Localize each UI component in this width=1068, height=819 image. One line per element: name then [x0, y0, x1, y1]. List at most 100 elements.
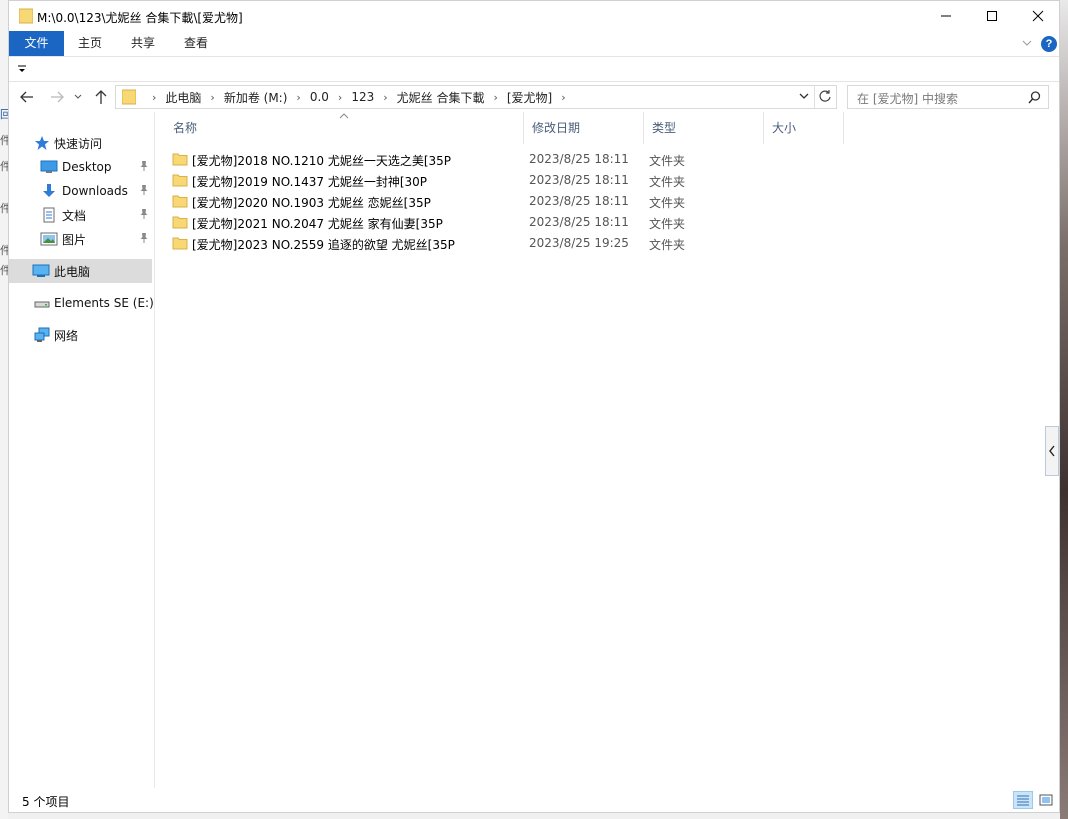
sidebar-item-label: 快速访问 — [54, 136, 103, 151]
quick-access-toolbar — [9, 58, 1059, 82]
sidebar-item-downloads[interactable]: Downloads — [40, 179, 154, 203]
folder-icon — [172, 216, 188, 229]
navigation-pane: 快速访问 Desktop Downloads 文档 图片 此电脑 Element… — [9, 112, 154, 782]
side-panel-toggle[interactable] — [1045, 426, 1059, 476]
file-name: [爱尤物]2018 NO.1210 尤妮丝一天选之美[35P — [192, 154, 452, 168]
folder-icon — [172, 153, 188, 166]
sidebar-item-label: 图片 — [62, 232, 87, 247]
folder-icon — [172, 174, 188, 187]
up-button[interactable] — [91, 87, 111, 107]
breadcrumb-this-pc[interactable]: 此电脑 — [160, 89, 206, 106]
file-name: [爱尤物]2020 NO.1903 尤妮丝 恋妮丝[35P — [192, 196, 431, 210]
address-bar[interactable]: › 此电脑 › 新加卷 (M:) › 0.0 › 123 › 尤妮丝 合集下載 … — [115, 85, 837, 109]
drive-icon — [34, 301, 50, 308]
tab-view[interactable]: 查看 — [173, 31, 219, 56]
arrow-up-icon — [95, 90, 107, 104]
table-row[interactable]: [爱尤物]2018 NO.1210 尤妮丝一天选之美[35P 2023/8/25… — [172, 149, 692, 170]
breadcrumb-folder-0-0[interactable]: 0.0 — [305, 90, 334, 104]
breadcrumb-drive[interactable]: 新加卷 (M:) — [219, 89, 293, 106]
pin-icon[interactable] — [139, 184, 149, 196]
minimize-button[interactable] — [923, 1, 969, 31]
pin-icon[interactable] — [139, 232, 149, 244]
file-name: [爱尤物]2023 NO.2559 追逐的欲望 尤妮丝[35P — [192, 238, 455, 252]
file-type: 文件夹 — [649, 154, 686, 168]
sidebar-item-desktop[interactable]: Desktop — [40, 155, 154, 179]
sidebar-item-network[interactable]: 网络 — [34, 323, 78, 347]
chevron-down-icon — [74, 94, 82, 99]
column-header-size[interactable]: 大小 — [764, 112, 844, 144]
network-icon — [34, 327, 50, 342]
breadcrumb-separator[interactable]: › — [557, 91, 569, 104]
breadcrumb-separator[interactable]: › — [379, 91, 391, 104]
sidebar-item-label: 此电脑 — [54, 264, 91, 279]
search-input[interactable]: 在 [爱尤物] 中搜索 — [857, 90, 958, 107]
pin-icon[interactable] — [139, 208, 149, 220]
folder-icon — [172, 237, 188, 250]
sidebar-item-drive-e[interactable]: Elements SE (E:) — [34, 291, 154, 315]
maximize-icon — [987, 11, 997, 21]
close-button[interactable] — [1015, 1, 1059, 31]
sidebar-item-label: 网络 — [54, 328, 79, 343]
table-row[interactable]: [爱尤物]2023 NO.2559 追逐的欲望 尤妮丝[35P 2023/8/2… — [172, 233, 692, 254]
search-box[interactable]: 在 [爱尤物] 中搜索 — [847, 85, 1049, 109]
sidebar-item-label: Downloads — [62, 184, 128, 198]
help-button[interactable]: ? — [1041, 36, 1057, 52]
sidebar-item-label: 文档 — [62, 208, 87, 223]
sidebar-item-pictures[interactable]: 图片 — [40, 227, 154, 251]
folder-icon — [19, 8, 33, 24]
address-history-button[interactable] — [798, 90, 810, 105]
sidebar-item-quick-access[interactable]: 快速访问 — [34, 131, 102, 155]
window-title: M:\0.0\123\尤妮丝 合集下載\[爱尤物] — [37, 11, 243, 25]
explorer-window: M:\0.0\123\尤妮丝 合集下載\[爱尤物] 文件 主页 共享 查看 ? — [8, 0, 1060, 813]
back-button[interactable] — [17, 87, 37, 107]
arrow-left-icon — [20, 91, 33, 103]
tab-file[interactable]: 文件 — [9, 31, 64, 56]
breadcrumb-separator[interactable]: › — [206, 91, 218, 104]
column-header-name[interactable]: 名称 — [165, 112, 524, 144]
details-view-button[interactable] — [1013, 791, 1033, 809]
title-bar[interactable]: M:\0.0\123\尤妮丝 合集下載\[爱尤物] — [9, 1, 1059, 31]
breadcrumb-current-folder[interactable]: [爱尤物] — [502, 89, 557, 106]
breadcrumb-folder-123[interactable]: 123 — [346, 90, 379, 104]
table-row[interactable]: [爱尤物]2019 NO.1437 尤妮丝一封神[30P 2023/8/25 1… — [172, 170, 692, 191]
desktop-right-strip — [1060, 0, 1068, 819]
table-row[interactable]: [爱尤物]2020 NO.1903 尤妮丝 恋妮丝[35P 2023/8/25 … — [172, 191, 692, 212]
file-date: 2023/8/25 18:11 — [529, 215, 629, 229]
ribbon-expand-button[interactable] — [1021, 37, 1033, 52]
folder-icon — [122, 89, 136, 105]
minimize-icon — [941, 15, 951, 17]
sidebar-item-label: Elements SE (E:) — [54, 296, 154, 310]
sidebar-item-documents[interactable]: 文档 — [40, 203, 154, 227]
search-icon[interactable] — [1028, 91, 1041, 104]
pin-icon[interactable] — [139, 160, 149, 172]
breadcrumb-separator[interactable]: › — [334, 91, 346, 104]
chevron-left-icon — [1049, 445, 1055, 457]
large-icons-view-button[interactable] — [1036, 791, 1056, 809]
breadcrumb-separator[interactable]: › — [489, 91, 501, 104]
document-icon — [43, 207, 55, 223]
sidebar-item-this-pc[interactable]: 此电脑 — [9, 259, 152, 283]
tab-share[interactable]: 共享 — [120, 31, 166, 56]
breadcrumb-separator[interactable]: › — [292, 91, 304, 104]
file-type: 文件夹 — [649, 238, 686, 252]
star-icon — [35, 136, 49, 150]
desktop-icon — [40, 160, 58, 173]
refresh-icon — [819, 90, 831, 102]
file-name: [爱尤物]2021 NO.2047 尤妮丝 家有仙妻[35P — [192, 217, 443, 231]
forward-button[interactable] — [47, 87, 67, 107]
recent-locations-button[interactable] — [71, 87, 85, 107]
column-header-type[interactable]: 类型 — [644, 112, 764, 144]
download-arrow-icon — [43, 184, 55, 197]
sidebar-item-label: Desktop — [62, 160, 112, 174]
maximize-button[interactable] — [969, 1, 1015, 31]
chevron-down-icon — [1022, 40, 1032, 46]
customize-toolbar-button[interactable] — [17, 63, 27, 78]
folder-icon — [172, 195, 188, 208]
file-type: 文件夹 — [649, 196, 686, 210]
refresh-button[interactable] — [818, 89, 832, 106]
breadcrumb-folder-collection[interactable]: 尤妮丝 合集下載 — [392, 89, 490, 106]
column-header-date[interactable]: 修改日期 — [524, 112, 644, 144]
tab-home[interactable]: 主页 — [67, 31, 113, 56]
picture-icon — [40, 232, 58, 246]
table-row[interactable]: [爱尤物]2021 NO.2047 尤妮丝 家有仙妻[35P 2023/8/25… — [172, 212, 692, 233]
